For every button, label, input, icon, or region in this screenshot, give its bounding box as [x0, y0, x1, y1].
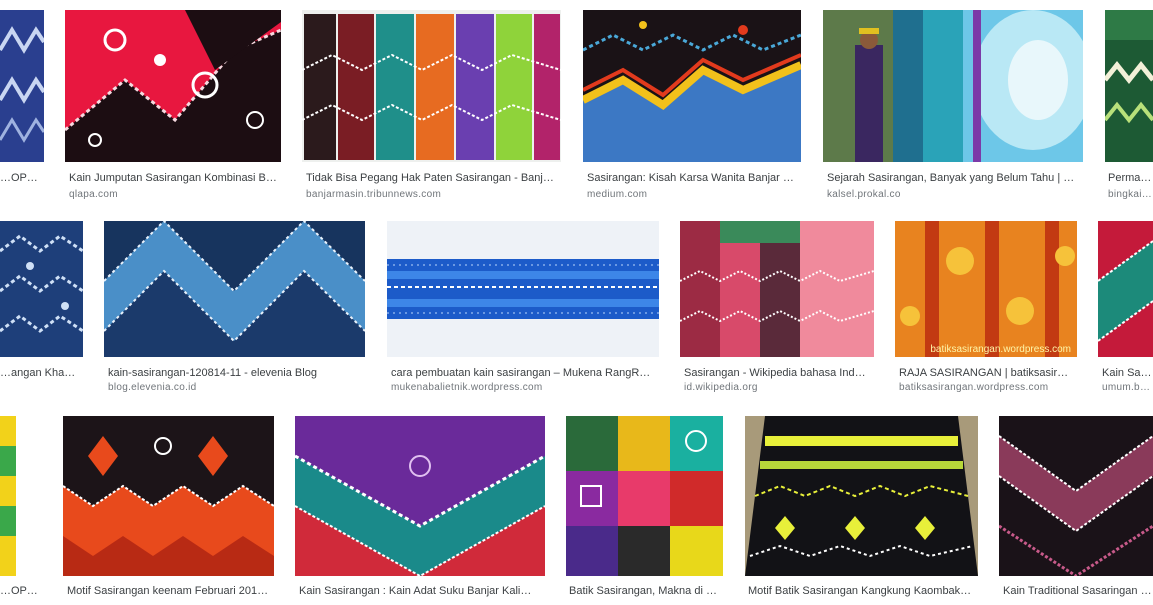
result-thumbnail[interactable] — [1098, 221, 1153, 357]
result-source: id.wikipedia.org — [684, 382, 758, 393]
image-result-8[interactable]: kain-sasirangan-120814-11 - elevenia Blo… — [104, 221, 365, 393]
result-caption[interactable]: Tidak Bisa Pegang Hak Paten Sasirangan -… — [306, 171, 558, 185]
result-caption[interactable]: Kain Traditional Sasaringan | C… — [1003, 584, 1153, 598]
result-caption[interactable]: kain-sasirangan-120814-11 - elevenia Blo… — [108, 366, 363, 380]
result-thumbnail[interactable] — [0, 221, 83, 357]
image-result-13[interactable]: …OP | L… — [0, 416, 42, 605]
result-caption[interactable]: Motif Batik Sasirangan Kangkung Kaombak… — [748, 584, 976, 598]
result-thumbnail[interactable] — [295, 416, 545, 576]
result-caption[interactable]: Sasirangan - Wikipedia bahasa Ind… — [684, 366, 872, 380]
image-result-16[interactable]: Batik Sasirangan, Makna di … — [566, 416, 723, 605]
image-result-3[interactable]: Tidak Bisa Pegang Hak Paten Sasirangan -… — [302, 10, 561, 200]
image-result-4[interactable]: Sasirangan: Kisah Karsa Wanita Banjar … … — [583, 10, 801, 200]
result-caption[interactable]: Kain Jumputan Sasirangan Kombinasi B… — [69, 171, 279, 185]
result-caption[interactable]: …angan Khas … — [0, 366, 80, 380]
result-source: kalsel.prokal.co — [827, 189, 901, 200]
result-caption[interactable]: Motif Sasirangan keenam Februari 201… — [67, 584, 272, 598]
result-thumbnail[interactable] — [104, 221, 365, 357]
image-result-17[interactable]: Motif Batik Sasirangan Kangkung Kaombak… — [745, 416, 978, 605]
result-caption[interactable]: …OP | L… — [0, 584, 40, 598]
result-thumbnail[interactable] — [745, 416, 978, 576]
result-thumbnail[interactable] — [0, 416, 16, 576]
result-thumbnail[interactable] — [999, 416, 1153, 576]
watermark-text: batiksasirangan.wordpress.com — [930, 344, 1071, 355]
image-result-7[interactable]: …angan Khas … — [0, 221, 83, 393]
result-caption[interactable]: Permata … — [1108, 171, 1153, 185]
image-result-12[interactable]: Kain Sasir… umum.ban… — [1098, 221, 1153, 393]
image-result-5[interactable]: Sejarah Sasirangan, Banyak yang Belum Ta… — [823, 10, 1083, 200]
result-thumbnail[interactable]: batiksasirangan.wordpress.com — [895, 221, 1077, 357]
result-caption[interactable]: Kain Sasir… — [1102, 366, 1153, 380]
image-result-9[interactable]: cara pembuatan kain sasirangan – Mukena … — [387, 221, 659, 393]
result-thumbnail[interactable] — [63, 416, 274, 576]
image-result-18[interactable]: Kain Traditional Sasaringan | C… — [999, 416, 1153, 605]
image-result-14[interactable]: Motif Sasirangan keenam Februari 201… — [63, 416, 274, 605]
result-caption[interactable]: Batik Sasirangan, Makna di … — [569, 584, 721, 598]
result-thumbnail[interactable] — [0, 10, 44, 162]
result-caption[interactable]: cara pembuatan kain sasirangan – Mukena … — [391, 366, 657, 380]
image-result-6[interactable]: Permata … bingkaiba… — [1105, 10, 1153, 200]
result-source: batiksasirangan.wordpress.com — [899, 382, 1049, 393]
result-caption[interactable]: Sejarah Sasirangan, Banyak yang Belum Ta… — [827, 171, 1081, 185]
result-caption[interactable]: Kain Sasirangan : Kain Adat Suku Banjar … — [299, 584, 543, 598]
result-thumbnail[interactable] — [387, 221, 659, 357]
image-result-10[interactable]: Sasirangan - Wikipedia bahasa Ind… id.wi… — [680, 221, 874, 393]
image-result-11[interactable]: batiksasirangan.wordpress.com RAJA SASIR… — [895, 221, 1077, 393]
result-thumbnail[interactable] — [566, 416, 723, 576]
result-thumbnail[interactable] — [65, 10, 281, 162]
result-caption[interactable]: Sasirangan: Kisah Karsa Wanita Banjar … — [587, 171, 799, 185]
image-result-1[interactable]: …OP | … — [0, 10, 44, 200]
result-source: qlapa.com — [69, 189, 118, 200]
result-thumbnail[interactable] — [823, 10, 1083, 162]
result-source: banjarmasin.tribunnews.com — [306, 189, 442, 200]
image-result-2[interactable]: Kain Jumputan Sasirangan Kombinasi B… ql… — [65, 10, 281, 200]
result-source: umum.ban… — [1102, 382, 1153, 393]
result-caption[interactable]: …OP | … — [0, 171, 40, 185]
result-source: mukenabalietnik.wordpress.com — [391, 382, 543, 393]
image-result-15[interactable]: Kain Sasirangan : Kain Adat Suku Banjar … — [295, 416, 545, 605]
result-source: medium.com — [587, 189, 648, 200]
result-source: bingkaiba… — [1108, 189, 1153, 200]
result-thumbnail[interactable] — [583, 10, 801, 162]
result-caption[interactable]: RAJA SASIRANGAN | batiksasir… — [899, 366, 1075, 380]
result-thumbnail[interactable] — [1105, 10, 1153, 162]
result-thumbnail[interactable] — [680, 221, 874, 357]
result-source: blog.elevenia.co.id — [108, 382, 197, 393]
result-thumbnail[interactable] — [302, 10, 561, 162]
